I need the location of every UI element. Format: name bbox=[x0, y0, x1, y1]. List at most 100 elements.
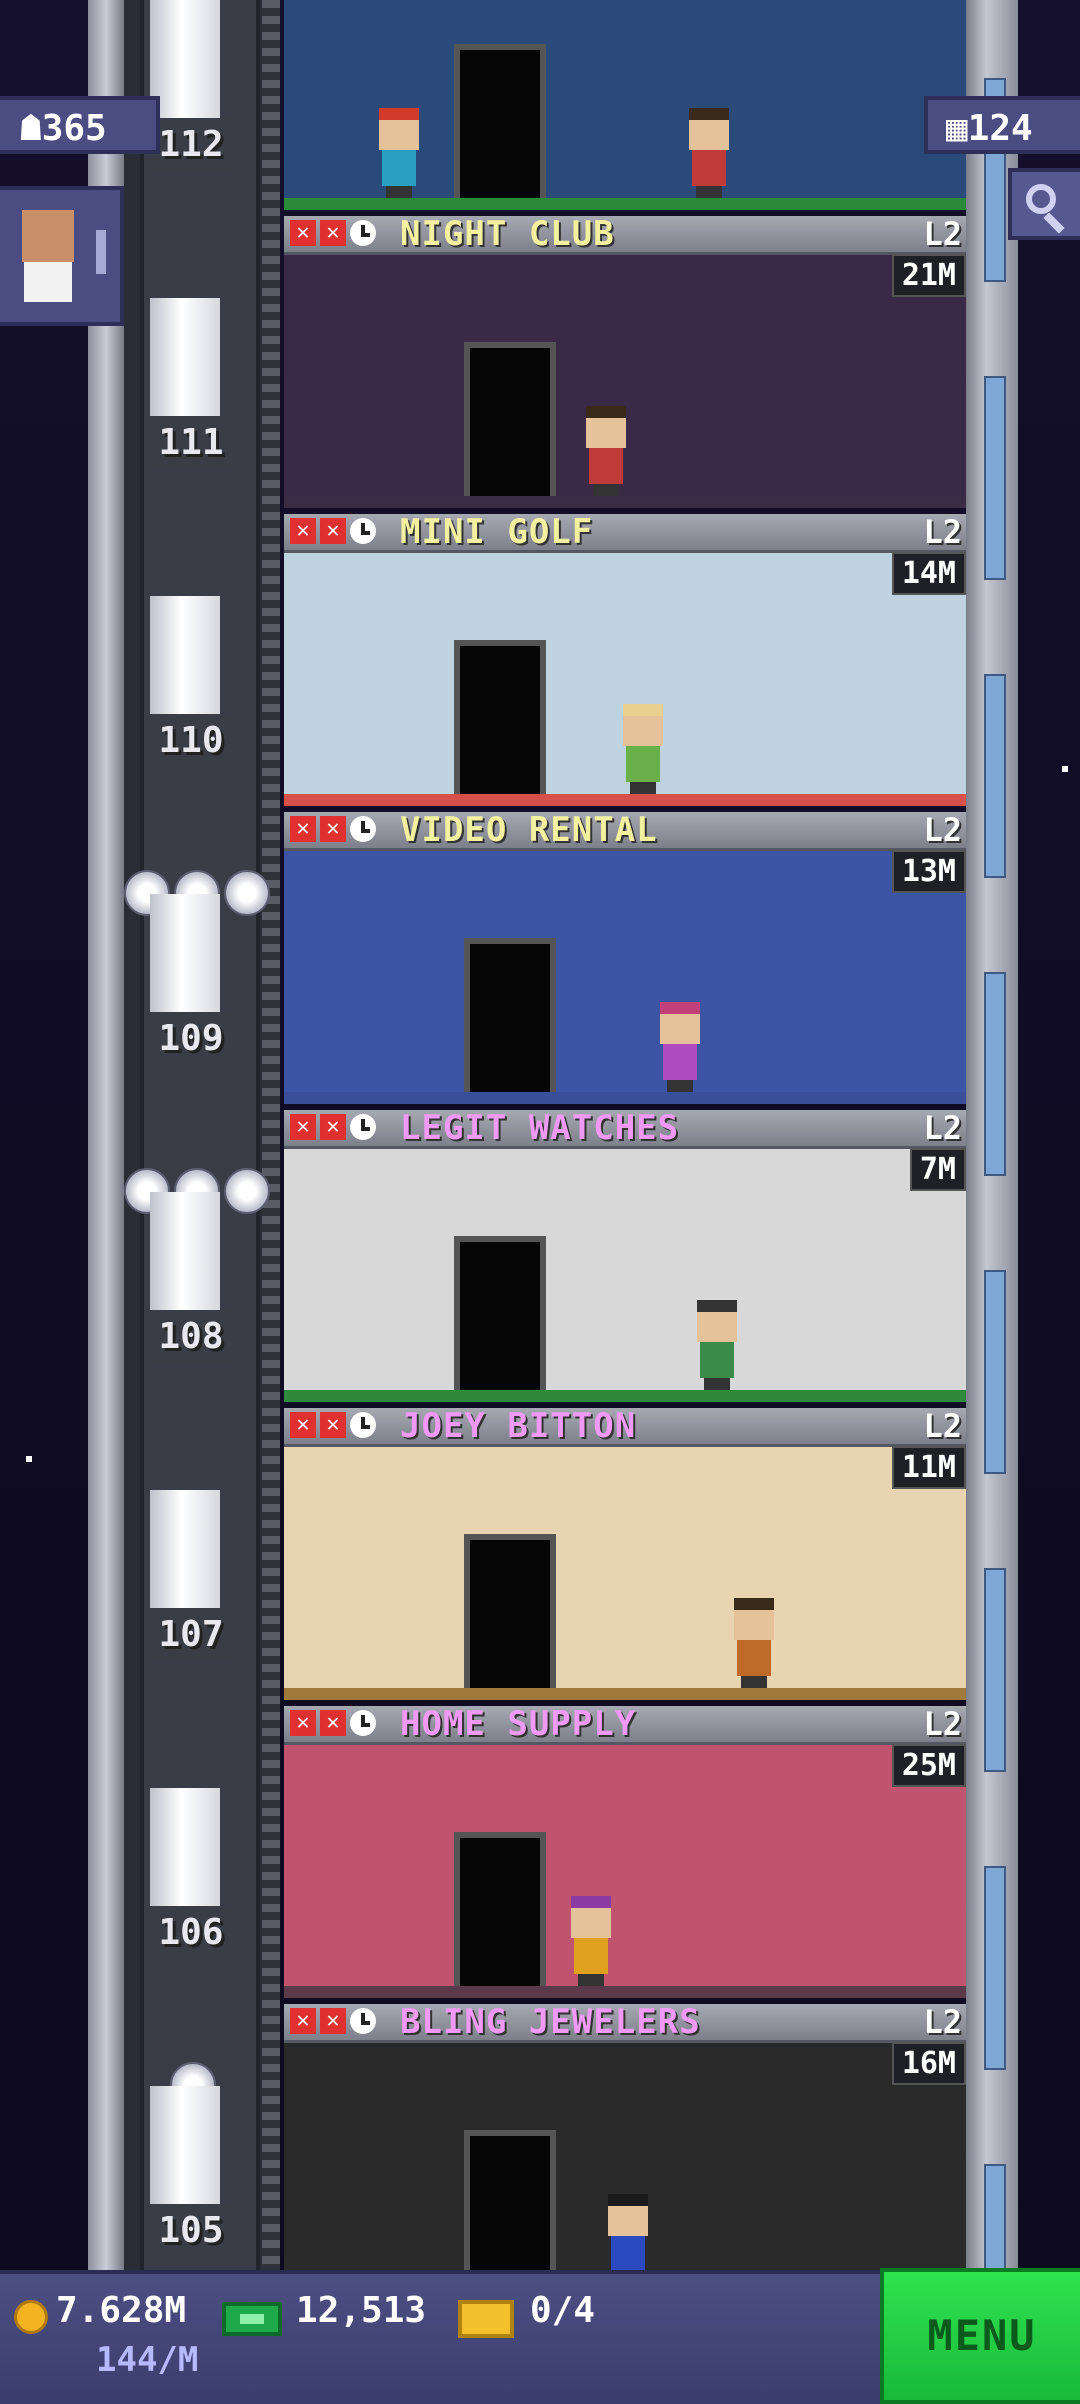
floors-badge[interactable]: ▦124 bbox=[924, 96, 1080, 154]
store-name: LEGIT WATCHES bbox=[400, 1108, 680, 1148]
room-floor bbox=[284, 1688, 966, 1700]
out-of-stock-icon: ✕ bbox=[290, 220, 316, 246]
floor-number[interactable]: 110 bbox=[150, 714, 232, 767]
bitizen[interactable] bbox=[655, 1002, 705, 1092]
out-of-stock-icon: ✕ bbox=[290, 816, 316, 842]
ticket-icon bbox=[458, 2300, 514, 2338]
store-value: 7M bbox=[909, 1148, 966, 1191]
bitizen[interactable] bbox=[692, 1300, 742, 1390]
out-of-stock-icon: ✕ bbox=[290, 1114, 316, 1140]
stock-status: ✕ ✕ bbox=[290, 1412, 376, 1440]
store-value: 21M bbox=[891, 254, 966, 297]
store-header[interactable]: ✕ ✕ NIGHT CLUB L2 bbox=[284, 216, 966, 255]
avatar bbox=[22, 210, 74, 262]
store-level: L2 bbox=[923, 1705, 962, 1743]
elevator-car-segment bbox=[150, 1490, 220, 1610]
floor-number[interactable]: 107 bbox=[150, 1608, 232, 1661]
floor-number[interactable]: 111 bbox=[150, 416, 232, 469]
out-of-stock-icon: ✕ bbox=[290, 1412, 316, 1438]
store-header[interactable]: ✕ ✕ BLING JEWELERS L2 bbox=[284, 2004, 966, 2043]
out-of-stock-icon: ✕ bbox=[320, 1710, 346, 1736]
out-of-stock-icon: ✕ bbox=[320, 220, 346, 246]
star-icon bbox=[224, 1168, 270, 1214]
clock-icon bbox=[350, 1710, 376, 1736]
person-icon: ☗ bbox=[20, 108, 42, 149]
bitizen[interactable] bbox=[581, 406, 631, 496]
store-value: 14M bbox=[891, 552, 966, 595]
clock-icon bbox=[350, 1412, 376, 1438]
out-of-stock-icon: ✕ bbox=[290, 1710, 316, 1736]
store-floor[interactable]: ✕ ✕ HOME SUPPLY L2 25M bbox=[284, 1706, 966, 2002]
store-floor[interactable]: ✕ ✕ MINI GOLF L2 14M bbox=[284, 514, 966, 810]
room-floor bbox=[284, 496, 966, 508]
bitizen[interactable] bbox=[374, 108, 424, 198]
elevator-door bbox=[454, 1832, 546, 1998]
exclamation-icon bbox=[96, 230, 106, 274]
store-room[interactable] bbox=[284, 2040, 966, 2296]
store-level: L2 bbox=[923, 513, 962, 551]
bitizen[interactable] bbox=[684, 108, 734, 198]
tower-bux-icon bbox=[222, 2302, 282, 2336]
stairwell bbox=[262, 0, 280, 2270]
clock-icon bbox=[350, 220, 376, 246]
elevator-door bbox=[454, 44, 546, 210]
store-header[interactable]: ✕ ✕ LEGIT WATCHES L2 bbox=[284, 1110, 966, 1149]
store-room[interactable] bbox=[284, 1742, 966, 1998]
store-name: HOME SUPPLY bbox=[400, 1704, 637, 1744]
menu-button[interactable]: MENU bbox=[880, 2268, 1080, 2404]
coin-icon bbox=[14, 2300, 48, 2334]
star bbox=[26, 1456, 32, 1462]
tower-bux-amount: 12,513 bbox=[296, 2290, 427, 2331]
store-room[interactable] bbox=[284, 0, 966, 210]
room-floor bbox=[284, 1092, 966, 1104]
visitor-avatar-button[interactable] bbox=[0, 186, 124, 326]
store-room[interactable] bbox=[284, 848, 966, 1104]
star-icon bbox=[224, 870, 270, 916]
store-floor[interactable]: ✕ ✕ BLING JEWELERS L2 16M bbox=[284, 2004, 966, 2300]
store-name: MINI GOLF bbox=[400, 512, 594, 552]
floor-number[interactable]: 109 bbox=[150, 1012, 232, 1065]
out-of-stock-icon: ✕ bbox=[290, 518, 316, 544]
floor-number[interactable]: 105 bbox=[150, 2204, 232, 2257]
store-floor[interactable]: ✕ ✕ LEGIT WATCHES L2 7M bbox=[284, 1110, 966, 1406]
store-level: L2 bbox=[923, 1109, 962, 1147]
search-button[interactable] bbox=[1008, 168, 1080, 240]
stock-status: ✕ ✕ bbox=[290, 2008, 376, 2036]
store-floor[interactable]: ✕ ✕ NIGHT CLUB L2 21M bbox=[284, 216, 966, 512]
tickets-amount: 0/4 bbox=[530, 2290, 596, 2331]
store-room[interactable] bbox=[284, 252, 966, 508]
tower-left-wall bbox=[88, 0, 124, 2270]
store-header[interactable]: ✕ ✕ VIDEO RENTAL L2 bbox=[284, 812, 966, 851]
building-icon: ▦ bbox=[946, 108, 968, 149]
store-header[interactable]: ✕ ✕ HOME SUPPLY L2 bbox=[284, 1706, 966, 1745]
room-floor bbox=[284, 794, 966, 806]
store-floor[interactable]: ✕ ✕ JOEY BITTON L2 11M bbox=[284, 1408, 966, 1704]
elevator-car-segment bbox=[150, 2086, 220, 2206]
bitizen[interactable] bbox=[729, 1598, 779, 1688]
tower-window bbox=[984, 674, 1006, 878]
bitizen[interactable] bbox=[566, 1896, 616, 1986]
store-header[interactable]: ✕ ✕ JOEY BITTON L2 bbox=[284, 1408, 966, 1447]
bitizen[interactable] bbox=[618, 704, 668, 794]
search-icon bbox=[1026, 184, 1056, 214]
elevator-door bbox=[454, 640, 546, 806]
out-of-stock-icon: ✕ bbox=[320, 518, 346, 544]
population-badge[interactable]: ☗365 bbox=[0, 96, 160, 154]
store-floor[interactable] bbox=[284, 0, 966, 214]
store-room[interactable] bbox=[284, 550, 966, 806]
floor-number[interactable]: 112 bbox=[150, 118, 232, 171]
room-floor bbox=[284, 1986, 966, 1998]
store-room[interactable] bbox=[284, 1444, 966, 1700]
store-room[interactable] bbox=[284, 1146, 966, 1402]
store-floor[interactable]: ✕ ✕ VIDEO RENTAL L2 13M bbox=[284, 812, 966, 1108]
tower-window bbox=[984, 1866, 1006, 2070]
out-of-stock-icon: ✕ bbox=[290, 2008, 316, 2034]
population-count: 365 bbox=[41, 108, 107, 149]
store-level: L2 bbox=[923, 811, 962, 849]
elevator-door bbox=[464, 938, 556, 1104]
floor-number[interactable]: 108 bbox=[150, 1310, 232, 1363]
store-header[interactable]: ✕ ✕ MINI GOLF L2 bbox=[284, 514, 966, 553]
elevator-door bbox=[454, 1236, 546, 1402]
tower-window bbox=[984, 1568, 1006, 1772]
floor-number[interactable]: 106 bbox=[150, 1906, 232, 1959]
